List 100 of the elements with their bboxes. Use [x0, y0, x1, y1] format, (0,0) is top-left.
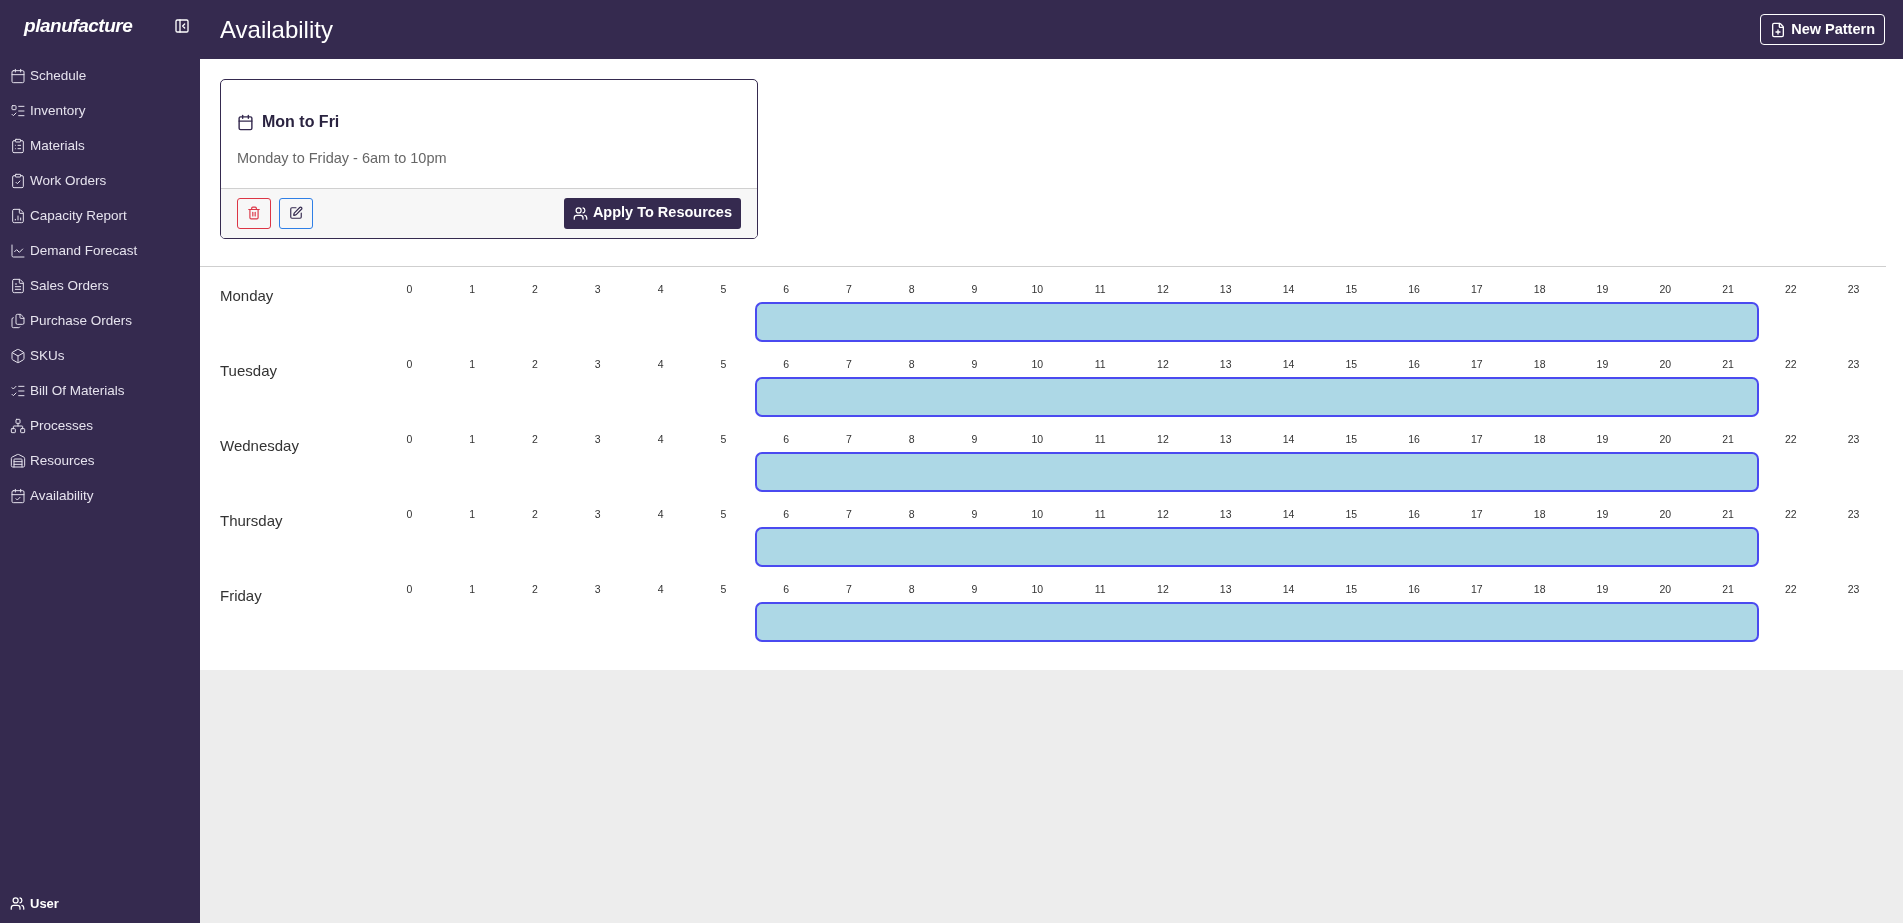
- hour-label: 13: [1219, 281, 1232, 297]
- hour-label: 14: [1282, 431, 1295, 447]
- hour-label: 5: [720, 506, 727, 522]
- available-slot[interactable]: [754, 526, 818, 567]
- hour-label: 4: [657, 431, 664, 447]
- hour-label: 12: [1157, 356, 1169, 372]
- hour-label: 4: [657, 356, 664, 372]
- hour-label: 10: [1031, 581, 1044, 597]
- delete-button[interactable]: [237, 197, 271, 229]
- pattern-description: Monday to Friday - 6am to 10pm: [237, 149, 448, 168]
- clipboard-check-icon: [10, 173, 26, 189]
- day-label: Tuesday: [220, 360, 278, 381]
- hour-label: 13: [1219, 581, 1232, 597]
- hour-label: 13: [1219, 431, 1232, 447]
- sidebar-item[interactable]: SKUs: [0, 338, 200, 374]
- hour-label: 16: [1408, 356, 1420, 372]
- hour-label: 18: [1533, 281, 1546, 297]
- new-pattern-button[interactable]: New Pattern: [1760, 14, 1885, 45]
- hour-label: 21: [1722, 281, 1734, 297]
- sidebar-item[interactable]: Bill Of Materials: [0, 373, 200, 409]
- available-slot[interactable]: [1696, 526, 1760, 567]
- sidebar-item[interactable]: Availability: [0, 478, 200, 514]
- hour-label: 21: [1722, 431, 1734, 447]
- hour-label: 22: [1784, 506, 1797, 522]
- sidebar-item[interactable]: Capacity Report: [0, 198, 200, 234]
- edit-button[interactable]: [279, 197, 313, 229]
- line-chart-icon: [10, 243, 26, 259]
- hour-label: 15: [1345, 431, 1358, 447]
- user-icon: [10, 895, 25, 911]
- hour-label: 6: [783, 281, 790, 297]
- available-slot[interactable]: [754, 301, 818, 342]
- hour-label: 11: [1094, 581, 1106, 597]
- hour-label: 15: [1345, 581, 1358, 597]
- available-slot[interactable]: [754, 376, 818, 417]
- hour-label: 16: [1408, 506, 1420, 522]
- available-slot[interactable]: [754, 451, 818, 492]
- available-slot[interactable]: [1696, 601, 1760, 642]
- sidebar-item[interactable]: Sales Orders: [0, 268, 200, 304]
- sidebar-item[interactable]: Resources: [0, 443, 200, 479]
- hour-label: 13: [1219, 356, 1232, 372]
- hour-label: 9: [971, 506, 978, 522]
- hour-label: 4: [657, 506, 664, 522]
- hour-label: 7: [846, 281, 852, 297]
- hour-label: 1: [469, 281, 476, 297]
- sidebar-item[interactable]: Materials: [0, 128, 200, 164]
- hour-label: 6: [783, 356, 790, 372]
- hour-label: 22: [1784, 431, 1797, 447]
- hour-label: 7: [846, 356, 852, 372]
- sidebar-item[interactable]: Work Orders: [0, 163, 200, 199]
- hour-label: 14: [1282, 506, 1295, 522]
- hour-label: 19: [1596, 431, 1609, 447]
- hour-label: 20: [1659, 356, 1672, 372]
- sidebar-item[interactable]: Schedule: [0, 58, 200, 94]
- hour-label: 0: [406, 281, 413, 297]
- hour-label: 21: [1722, 506, 1734, 522]
- hour-label: 23: [1847, 581, 1860, 597]
- available-slot[interactable]: [1696, 376, 1760, 417]
- hour-label: 1: [469, 431, 476, 447]
- hour-label: 17: [1471, 431, 1483, 447]
- hour-label: 17: [1471, 281, 1483, 297]
- hour-label: 2: [532, 281, 538, 297]
- hour-label: 23: [1847, 506, 1860, 522]
- available-slot[interactable]: [754, 601, 818, 642]
- sidebar-item[interactable]: Purchase Orders: [0, 303, 200, 339]
- hour-label: 16: [1408, 581, 1420, 597]
- apply-to-resources-button[interactable]: Apply To Resources: [563, 197, 741, 229]
- hour-label: 1: [469, 581, 476, 597]
- calendar-check-icon: [10, 488, 26, 504]
- hierarchy-icon: [10, 418, 26, 434]
- hour-label: 2: [532, 506, 538, 522]
- hour-label: 2: [532, 431, 538, 447]
- hour-label: 8: [908, 356, 915, 372]
- available-slot[interactable]: [1696, 451, 1760, 492]
- hour-label: 13: [1219, 506, 1232, 522]
- hour-label: 19: [1596, 281, 1609, 297]
- sidebar-item[interactable]: Demand Forecast: [0, 233, 200, 269]
- hour-label: 23: [1847, 431, 1860, 447]
- collapse-sidebar-icon[interactable]: [174, 18, 190, 35]
- hour-label: 18: [1533, 581, 1546, 597]
- user-menu[interactable]: User: [10, 893, 190, 913]
- hour-label: 12: [1157, 281, 1169, 297]
- hour-label: 16: [1408, 431, 1420, 447]
- hour-label: 12: [1157, 581, 1169, 597]
- hour-label: 14: [1282, 281, 1295, 297]
- hour-label: 10: [1031, 356, 1044, 372]
- hour-label: 11: [1094, 356, 1106, 372]
- file-plus-icon: [1770, 21, 1787, 38]
- hour-label: 15: [1345, 281, 1358, 297]
- sidebar-item[interactable]: Processes: [0, 408, 200, 444]
- report-icon: [10, 208, 26, 224]
- available-slot[interactable]: [1696, 301, 1760, 342]
- hour-label: 9: [971, 581, 978, 597]
- hour-label: 19: [1596, 356, 1609, 372]
- hour-label: 22: [1784, 581, 1797, 597]
- day-label: Thursday: [220, 510, 284, 531]
- sidebar-item[interactable]: Inventory: [0, 93, 200, 129]
- checklist-icon: [10, 383, 26, 399]
- hour-label: 17: [1471, 356, 1483, 372]
- hour-label: 9: [971, 281, 978, 297]
- document-icon: [10, 278, 26, 294]
